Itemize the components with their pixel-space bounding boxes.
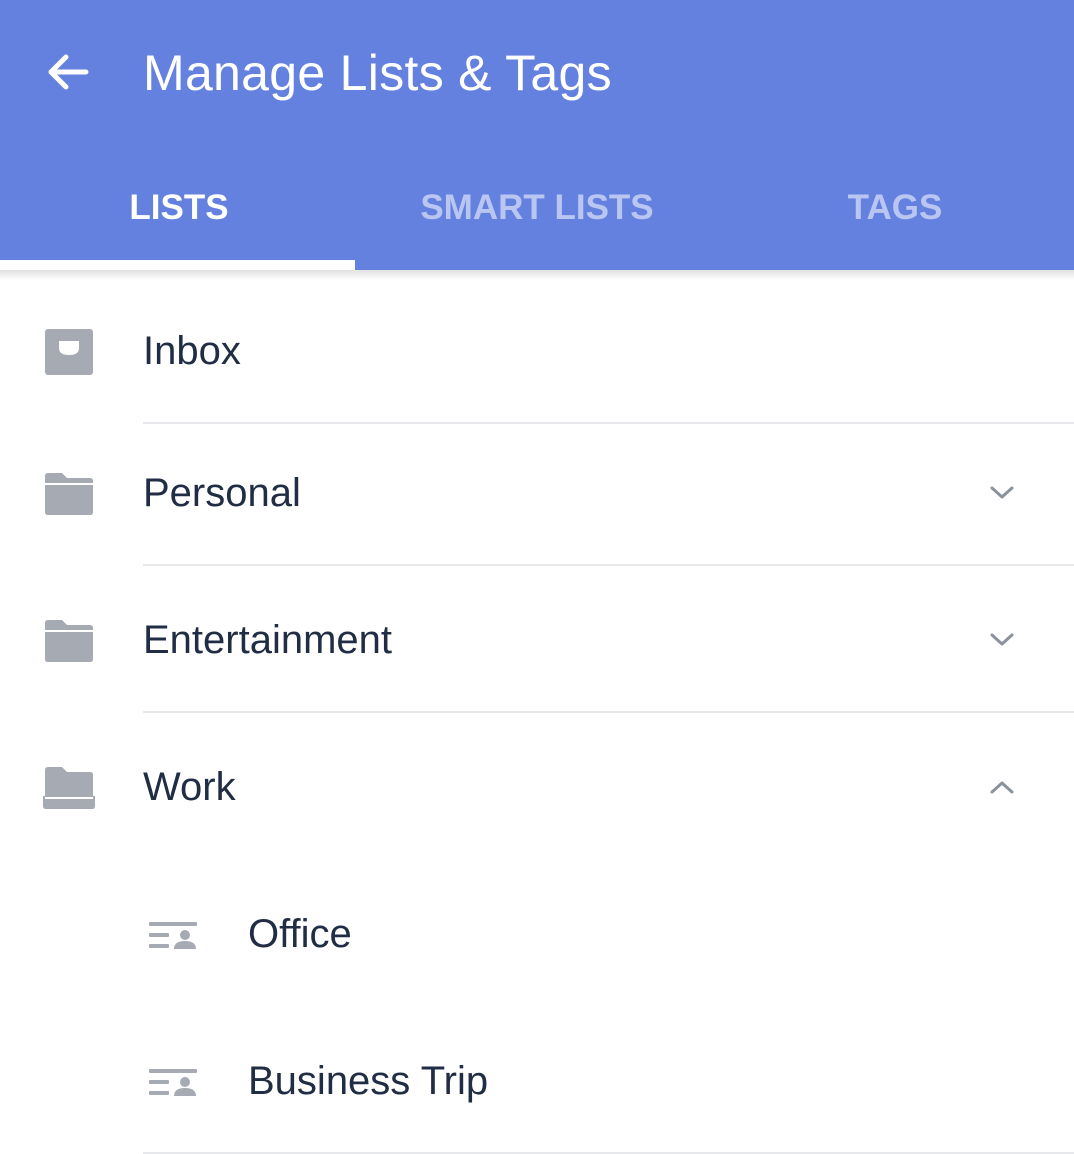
list-item-work[interactable]: Work [0, 714, 1074, 860]
back-button[interactable] [36, 40, 100, 104]
chevron-up-icon[interactable] [982, 767, 1022, 807]
sublist-item-label: Office [248, 912, 352, 956]
list-item-entertainment[interactable]: Entertainment [0, 567, 1074, 713]
tab-lists-label: LISTS [129, 188, 229, 227]
list-item-label: Personal [143, 471, 301, 515]
tab-smart-lists[interactable]: SMART LISTS [358, 160, 716, 270]
divider [143, 564, 1074, 566]
chevron-down-icon[interactable] [982, 620, 1022, 660]
sublist-item-office[interactable]: Office [0, 861, 1074, 1007]
list-item-personal[interactable]: Personal [0, 420, 1074, 566]
folder-open-icon [42, 761, 96, 815]
app-bar: Manage Lists & Tags LISTS SMART LISTS TA… [0, 0, 1074, 270]
chevron-down-icon[interactable] [982, 473, 1022, 513]
tab-smart-lists-label: SMART LISTS [420, 188, 654, 227]
shared-list-icon [146, 908, 200, 962]
sublist-item-label: Business Trip [248, 1059, 489, 1103]
page-title: Manage Lists & Tags [143, 45, 612, 101]
active-tab-indicator [0, 260, 355, 270]
inbox-icon [42, 325, 96, 379]
list-item-inbox[interactable]: Inbox [0, 278, 1074, 424]
tab-tags-label: TAGS [847, 188, 943, 227]
folder-icon [42, 614, 96, 668]
folder-icon [42, 467, 96, 521]
arrow-left-icon [48, 54, 89, 90]
tab-bar: LISTS SMART LISTS TAGS [0, 160, 1074, 270]
sublist-item-business-trip[interactable]: Business Trip [0, 1008, 1074, 1154]
divider [143, 711, 1074, 713]
tab-tags[interactable]: TAGS [716, 160, 1074, 270]
list-item-label: Inbox [143, 329, 241, 373]
list-item-label: Work [143, 765, 236, 809]
list-item-label: Entertainment [143, 618, 393, 662]
tab-lists[interactable]: LISTS [0, 160, 358, 270]
shared-list-icon [146, 1055, 200, 1109]
